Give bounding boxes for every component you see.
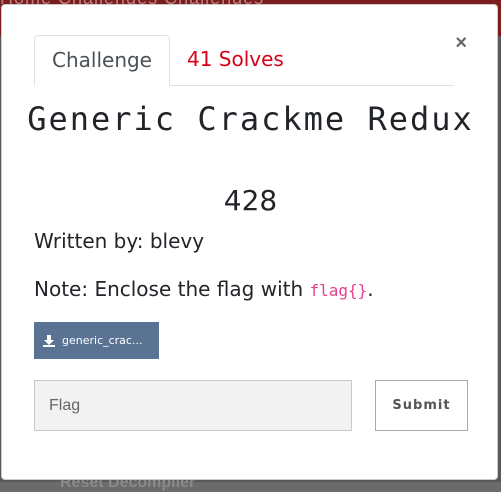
challenge-modal: × Challenge 41 Solves Generic Crackme Re… xyxy=(1,4,498,480)
note-code: flag{} xyxy=(310,281,368,300)
tab-challenge[interactable]: Challenge xyxy=(34,35,170,86)
download-icon xyxy=(42,334,56,348)
tab-solves[interactable]: 41 Solves xyxy=(170,35,301,84)
download-file-label: generic_crac... xyxy=(62,334,142,347)
note-suffix: . xyxy=(367,277,373,301)
modal-tabs: Challenge 41 Solves xyxy=(34,35,454,86)
challenge-title: Generic Crackme Redux xyxy=(2,101,498,137)
download-file-button[interactable]: generic_crac... xyxy=(34,322,159,359)
flag-input[interactable] xyxy=(34,380,352,431)
challenge-value: 428 xyxy=(2,185,498,217)
challenge-note: Note: Enclose the flag with flag{}. xyxy=(34,277,374,301)
challenge-author: Written by: blevy xyxy=(34,229,204,253)
close-button[interactable]: × xyxy=(455,33,467,53)
submit-button[interactable]: Submit xyxy=(375,380,468,431)
note-prefix: Note: Enclose the flag with xyxy=(34,277,310,301)
